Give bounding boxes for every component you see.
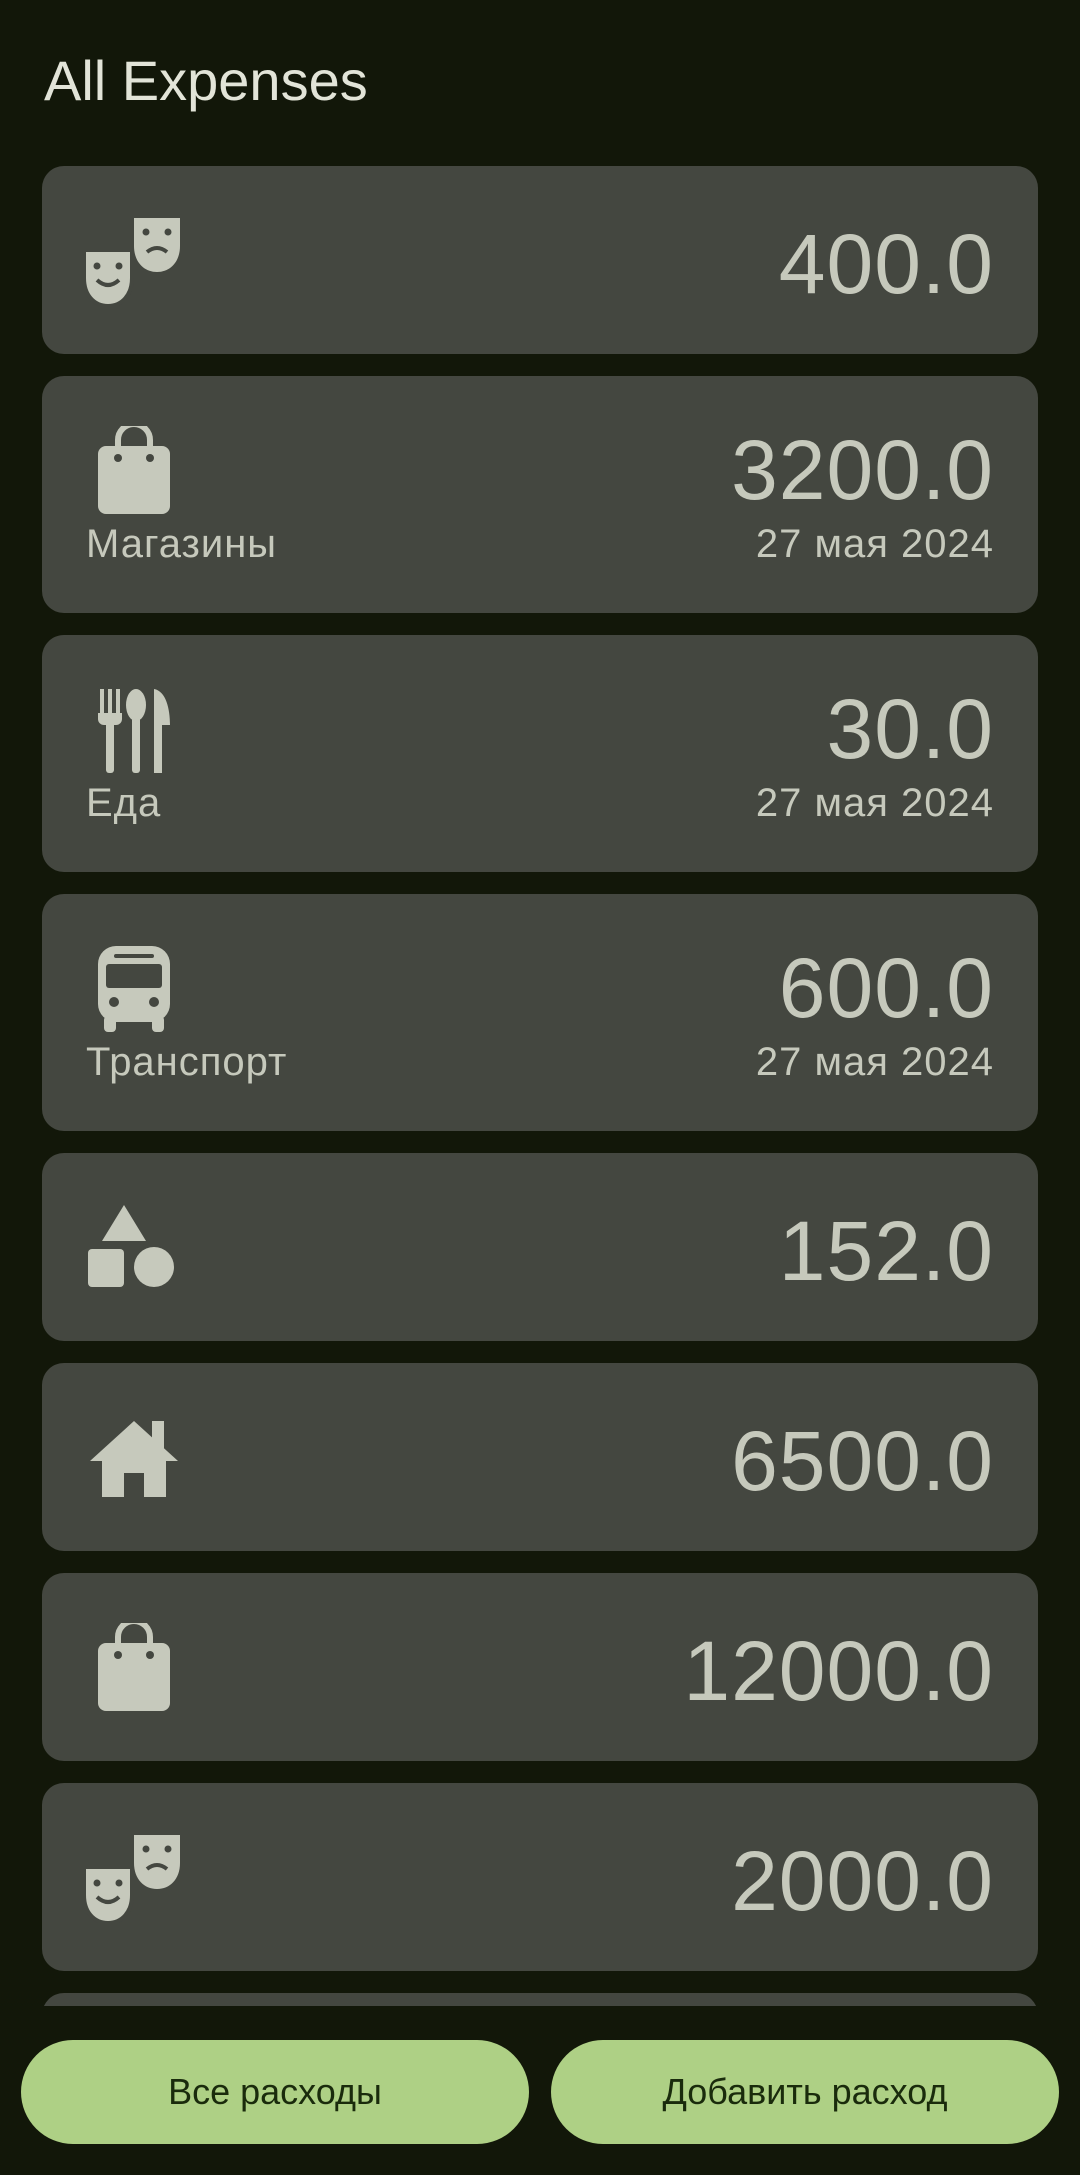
expense-category: Магазины [86, 522, 278, 566]
expense-amount: 2000.0 [731, 1834, 994, 1928]
home-icon [84, 1413, 184, 1503]
expense-amount: 3200.0 [731, 423, 994, 517]
expense-card[interactable]: 6500.0 [42, 1363, 1038, 1551]
expense-amount: 30.0 [826, 682, 994, 776]
expense-card[interactable]: 12000.0 [42, 1573, 1038, 1761]
expense-amount: 600.0 [778, 941, 994, 1035]
expense-card[interactable]: 2000.0 [42, 1783, 1038, 1971]
add-expense-button[interactable]: Добавить расход [551, 2040, 1059, 2144]
expense-category: Еда [86, 781, 162, 825]
expense-card-partial[interactable] [42, 1993, 1038, 2006]
all-expenses-button[interactable]: Все расходы [21, 2040, 529, 2144]
restaurant-icon [84, 685, 184, 775]
expense-card[interactable]: 400.0 [42, 166, 1038, 354]
expense-card[interactable]: 152.0 [42, 1153, 1038, 1341]
theater-masks-icon [84, 1833, 184, 1923]
expense-date: 27 мая 2024 [755, 522, 994, 566]
expense-card[interactable]: 600.0 Транспорт 27 мая 2024 [42, 894, 1038, 1131]
shopping-bag-icon [84, 1623, 184, 1713]
bottom-bar: Все расходы Добавить расход [0, 2006, 1080, 2175]
expense-card[interactable]: 30.0 Еда 27 мая 2024 [42, 635, 1038, 872]
expense-amount: 12000.0 [683, 1624, 994, 1718]
page-title: All Expenses [44, 49, 368, 112]
expense-date: 27 мая 2024 [755, 1040, 994, 1084]
expense-category: Транспорт [86, 1040, 288, 1084]
bus-icon [84, 944, 184, 1034]
expense-amount: 152.0 [778, 1204, 994, 1298]
shopping-bag-icon [84, 426, 184, 516]
expense-list[interactable]: 400.0 3200.0 Магазины 27 мая 2024 30.0 Е… [42, 166, 1038, 2006]
expense-date: 27 мая 2024 [755, 781, 994, 825]
expense-amount: 400.0 [778, 217, 994, 311]
expense-card[interactable]: 3200.0 Магазины 27 мая 2024 [42, 376, 1038, 613]
expense-amount: 6500.0 [731, 1414, 994, 1508]
shapes-icon [84, 1203, 184, 1293]
theater-masks-icon [84, 216, 184, 306]
